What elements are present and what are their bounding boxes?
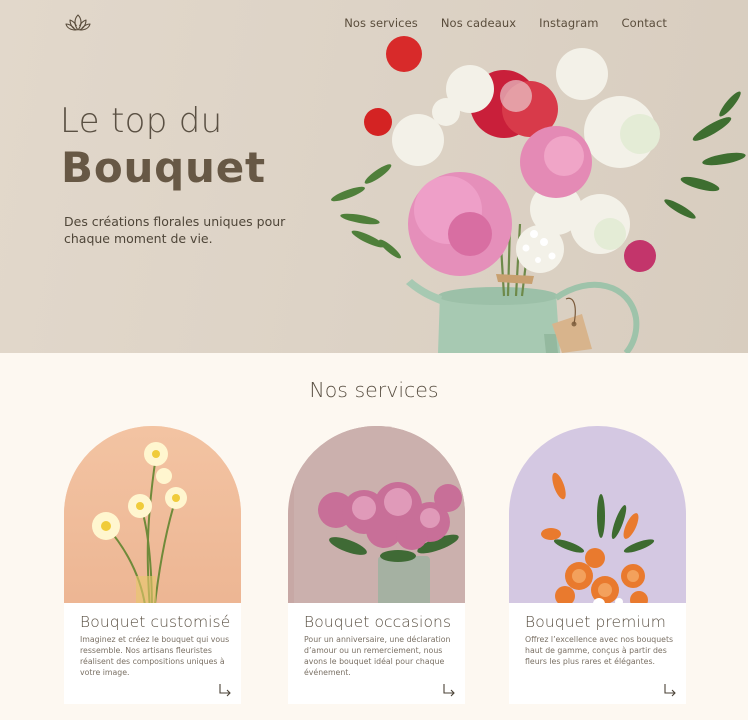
- card-body: Bouquet premium Offrez l’excellence avec…: [509, 603, 686, 704]
- card-title: Bouquet occasions: [304, 613, 452, 631]
- hero-subtitle: Des créations florales uniques pour chaq…: [64, 214, 286, 246]
- arrow-down-right-icon[interactable]: [442, 683, 456, 697]
- service-card-occasions[interactable]: Bouquet occasions Pour un anniversaire, …: [288, 426, 465, 704]
- card-body: Bouquet occasions Pour un anniversaire, …: [288, 603, 465, 704]
- service-card-custom[interactable]: Bouquet customisé Imaginez et créez le b…: [64, 426, 241, 704]
- card-photo-custom: [64, 426, 241, 612]
- nav-link-gifts[interactable]: Nos cadeaux: [441, 16, 516, 30]
- card-title: Bouquet premium: [525, 613, 666, 631]
- card-title: Bouquet customisé: [80, 613, 231, 631]
- card-photo-occasions: [288, 426, 465, 612]
- card-description: Offrez l’excellence avec nos bouquets ha…: [525, 635, 674, 666]
- card-description: Pour un anniversaire, une déclaration d’…: [304, 635, 451, 677]
- orange-bouquet-image: [509, 426, 686, 612]
- watering-can: [406, 279, 640, 353]
- arrow-down-right-icon[interactable]: [663, 683, 677, 697]
- card-body: Bouquet customisé Imaginez et créez le b…: [64, 603, 241, 704]
- arrow-down-right-icon[interactable]: [218, 683, 232, 697]
- nav-link-services[interactable]: Nos services: [344, 16, 418, 30]
- services-heading: Nos services: [309, 378, 439, 402]
- card-description: Imaginez et créez le bouquet qui vous re…: [80, 635, 230, 677]
- nav-link-instagram[interactable]: Instagram: [539, 16, 598, 30]
- nav-link-contact[interactable]: Contact: [622, 16, 667, 30]
- hero-title-line1: Le top du: [60, 101, 223, 141]
- lotus-icon[interactable]: [64, 12, 92, 34]
- hero-bouquet-image: [331, 36, 746, 353]
- daffodil-vase-image: [64, 426, 241, 612]
- card-photo-premium: [509, 426, 686, 612]
- peony-vase-image: [288, 426, 465, 612]
- main-nav: Nos services Nos cadeaux Instagram Conta…: [344, 16, 667, 30]
- service-card-premium[interactable]: Bouquet premium Offrez l’excellence avec…: [509, 426, 686, 704]
- hero-section: Nos services Nos cadeaux Instagram Conta…: [0, 0, 748, 353]
- hero-title-line2: Bouquet: [61, 143, 266, 192]
